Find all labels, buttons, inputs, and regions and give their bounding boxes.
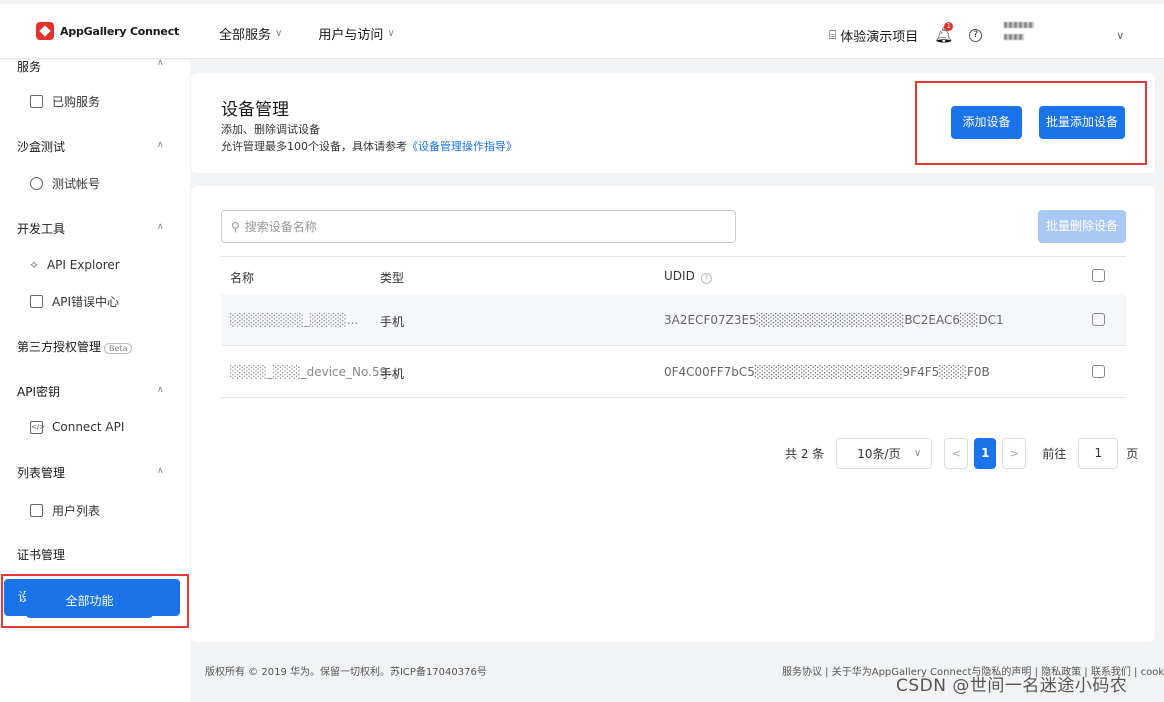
document-icon [30, 295, 43, 308]
search-placeholder: 搜索设备名称 [244, 220, 317, 234]
column-type: 类型 [380, 271, 405, 285]
all-functions-button[interactable]: 全部功能 [26, 585, 153, 618]
nav-user-access[interactable]: 用户与访问 ∨ [318, 24, 394, 43]
nav-all-services[interactable]: 全部服务 ∨ [219, 24, 282, 43]
top-header: AppGallery Connect 全部服务 ∨ 用户与访问 ∨ ⌸ 体验演示… [0, 4, 1164, 59]
add-device-button[interactable]: 添加设备 [951, 106, 1022, 139]
footer-copyright: 版权所有 © 2019 华为。保留一切权利。苏ICP备17040376号 [205, 667, 487, 678]
sidebar-item-label: Connect API [52, 420, 125, 434]
page-suffix: 页 [1126, 447, 1139, 461]
sidebar-group-sandbox[interactable]: 沙盒测试 [17, 138, 65, 155]
select-all-checkbox[interactable] [1092, 269, 1105, 282]
sidebar-item-label: 测试帐号 [52, 177, 101, 191]
chevron-up-icon[interactable]: ∧ [157, 140, 164, 150]
chevron-down-icon[interactable]: ∨ [1116, 29, 1124, 42]
sidebar-group-third-party-auth[interactable]: 第三方授权管理 Beta [17, 338, 133, 355]
sidebar-group-dev-tools[interactable]: 开发工具 [17, 220, 65, 237]
page-jump-input[interactable]: 1 [1078, 438, 1119, 469]
chevron-down-icon: ∨ [913, 448, 922, 459]
column-name: 名称 [230, 271, 255, 285]
sidebar-item-label: API Explorer [46, 257, 120, 272]
page-limit-text: 允许管理最多100个设备，具体请参考 [221, 140, 407, 153]
sidebar-group-label: 第三方授权管理 [17, 340, 102, 354]
page-size-select[interactable]: 10条/页 ∨ [836, 438, 933, 469]
top-nav: 全部服务 ∨ 用户与访问 ∨ [219, 24, 395, 43]
row-checkbox[interactable] [1092, 313, 1105, 326]
appgallery-logo-icon [36, 22, 54, 40]
batch-delete-button[interactable]: 批量删除设备 [1038, 210, 1126, 243]
api-explorer-icon: ⟡ [30, 257, 38, 271]
pagination: 共 2 条 10条/页 ∨ < 1 > 前往 1 页 [785, 438, 1138, 469]
page-size-value: 10条/页 [857, 447, 901, 461]
demo-project-link[interactable]: ⌸ 体验演示项目 [829, 26, 918, 45]
nav-all-services-label: 全部服务 [219, 28, 272, 43]
sidebar-item-purchased[interactable]: 已购服务 [30, 93, 100, 110]
sidebar-item-api-explorer[interactable]: ⟡ API Explorer [30, 257, 120, 272]
watermark: CSDN @世间一名迷途小码农 [896, 676, 1128, 696]
chevron-down-icon: ∨ [387, 28, 395, 39]
logo-text: AppGallery Connect [60, 24, 180, 38]
sidebar-item-label: 已购服务 [52, 95, 101, 109]
nav-user-access-label: 用户与访问 [318, 28, 384, 43]
chevron-up-icon[interactable]: ∧ [157, 58, 164, 68]
sidebar-group-services[interactable]: 服务 [17, 58, 41, 75]
page-description: 添加、删除调试设备 [221, 123, 320, 136]
column-udid: UDID? [664, 269, 712, 284]
chevron-up-icon[interactable]: ∧ [157, 385, 164, 395]
table-row: ░░░░░░░░_░░░░... 手机 3A2ECF07Z3E5░░░░░░░░… [221, 294, 1126, 346]
page-1-button[interactable]: 1 [974, 438, 997, 469]
prev-page-button[interactable]: < [944, 438, 969, 469]
avatar[interactable] [1004, 22, 1036, 48]
user-list-icon [30, 504, 43, 517]
table-header: 名称 类型 UDID? [221, 256, 1126, 294]
code-icon: </> [30, 420, 45, 434]
sidebar-item-label: 用户列表 [52, 504, 101, 518]
beta-badge: Beta [104, 343, 133, 354]
search-icon: ⚲ [231, 219, 240, 234]
column-udid-label: UDID [664, 269, 695, 283]
search-input[interactable]: ⚲ 搜索设备名称 [221, 210, 736, 243]
batch-add-device-button[interactable]: 批量添加设备 [1039, 106, 1125, 139]
cube-icon [30, 177, 43, 190]
sidebar-item-label: API错误中心 [52, 295, 119, 309]
sidebar-group-api-key[interactable]: API密钥 [17, 383, 60, 400]
chevron-up-icon[interactable]: ∧ [157, 222, 164, 232]
device-type: 手机 [380, 315, 405, 329]
sidebar-item-test-account[interactable]: 测试帐号 [30, 175, 100, 192]
device-name: ░░░░░░░░_░░░░... [230, 313, 359, 327]
page-header-card: 设备管理 添加、删除调试设备 允许管理最多100个设备，具体请参考《设备管理操作… [191, 73, 1155, 173]
next-page-button[interactable]: > [1002, 438, 1027, 469]
sidebar-group-cert[interactable]: 证书管理 [17, 546, 65, 563]
sidebar-item-api-error[interactable]: API错误中心 [30, 293, 119, 310]
table-row: ░░░░_░░░_device_No.59... 手机 0F4C00FF7bC5… [221, 346, 1126, 398]
notification-bell[interactable]: 🔔︎ 1 [934, 22, 953, 44]
device-udid: 3A2ECF07Z3E5░░░░░░░░░░░░░░░░BC2EAC6░░DC1 [664, 313, 1004, 327]
jump-label: 前往 [1042, 447, 1067, 461]
row-checkbox[interactable] [1092, 365, 1105, 378]
sidebar-group-list-manage[interactable]: 列表管理 [17, 464, 65, 481]
sidebar-item-connect-api[interactable]: </> Connect API [30, 420, 124, 434]
device-list-card: ⚲ 搜索设备名称 批量删除设备 名称 类型 UDID? ░░░░░░░░_░░░… [191, 186, 1155, 642]
logo[interactable]: AppGallery Connect [36, 22, 179, 40]
page-title: 设备管理 [221, 100, 289, 120]
chevron-down-icon: ∨ [275, 28, 283, 39]
device-type: 手机 [380, 367, 405, 381]
device-name: ░░░░_░░░_device_No.59... [230, 365, 399, 379]
device-udid: 0F4C00FF7bC5░░░░░░░░░░░░░░░░9F4F5░░░F0B [664, 365, 990, 379]
header-actions: ⌸ 体验演示项目 🔔︎ 1 ? ∨ [829, 22, 1124, 48]
chevron-up-icon[interactable]: ∧ [157, 466, 164, 476]
demo-project-label: 体验演示项目 [840, 29, 919, 45]
total-count: 共 2 条 [785, 447, 825, 461]
help-icon[interactable]: ? [700, 273, 712, 284]
help-icon[interactable]: ? [969, 28, 983, 42]
guide-link[interactable]: 《设备管理操作指导》 [407, 140, 517, 153]
sidebar-item-user-list[interactable]: 用户列表 [30, 502, 100, 519]
bag-icon [30, 95, 43, 108]
page-limit-note: 允许管理最多100个设备，具体请参考《设备管理操作指导》 [221, 138, 517, 154]
gift-icon: ⌸ [829, 27, 837, 42]
